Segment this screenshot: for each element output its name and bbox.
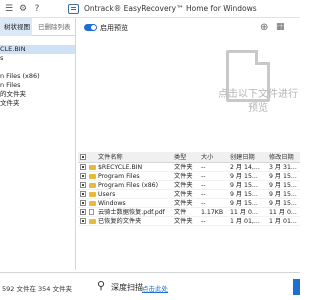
tree-item-folder[interactable]: 文件夹 <box>0 99 75 108</box>
modified-date: 9 月 15... <box>269 191 297 198</box>
folder-icon <box>89 199 97 208</box>
created-date: 9 月 15... <box>230 182 258 189</box>
row-checkbox[interactable] <box>80 217 86 226</box>
file-table: 文件名称 类型 大小 创建日期 修改日期 $RECYCLE.BIN 文件夹 -- 2 … <box>78 152 300 270</box>
file-name: 云骑士数据恢复.pdf.pdf <box>98 209 165 216</box>
folder-icon <box>89 172 97 181</box>
file-type: 文件夹 <box>174 218 193 225</box>
folder-icon <box>89 181 97 190</box>
preview-area: 点击以下文件进行预览 <box>78 38 300 150</box>
tab-deleted-list[interactable]: 已删除列表 <box>34 18 75 36</box>
tree-item-folder[interactable]: 的文件夹 <box>0 90 75 99</box>
preview-toggle-label: 启用预览 <box>100 24 128 32</box>
tree-item[interactable]: s <box>0 54 75 63</box>
table-row[interactable]: $RECYCLE.BIN 文件夹 -- 2 月 14,... 3 月 31... <box>78 163 300 172</box>
file-name: Program Files <box>98 173 140 180</box>
tree-item-program-files-x86[interactable]: n Files (x86) <box>0 72 75 81</box>
table-body: $RECYCLE.BIN 文件夹 -- 2 月 14,... 3 月 31... Prog… <box>78 163 300 226</box>
tree-tabs: 树状视图 已删除列表 <box>0 18 75 36</box>
file-size: -- <box>201 164 206 171</box>
created-date: 2 月 14,... <box>230 164 260 171</box>
menu-icon[interactable]: ☰ <box>4 4 14 14</box>
modified-date: 9 月 15... <box>269 182 297 189</box>
settings-icon[interactable]: ⚙ <box>18 4 28 14</box>
row-checkbox[interactable] <box>80 199 86 208</box>
file-type: 文件夹 <box>174 182 193 189</box>
file-name: $RECYCLE.BIN <box>98 164 143 171</box>
title-bar: ☰ ⚙ ? Ontrack® EasyRecovery™ Home for Wi… <box>0 0 300 18</box>
file-type: 文件夹 <box>174 200 193 207</box>
row-checkbox[interactable] <box>80 208 86 217</box>
created-date: 9 月 15... <box>230 200 258 207</box>
folder-icon <box>89 217 97 226</box>
file-count-summary: 592 文件在 354 文件夹 <box>2 285 73 293</box>
file-size: -- <box>201 218 206 225</box>
column-header-size[interactable]: 大小 <box>201 152 229 163</box>
file-size: 1.17KB <box>201 209 224 216</box>
table-row[interactable]: 云骑士数据恢复.pdf.pdf 文件 1.17KB 11 月 0... 11 月 0..… <box>78 208 300 217</box>
file-name: Users <box>98 191 116 198</box>
file-name: 已恢复的文件夹 <box>98 218 142 225</box>
table-row[interactable]: 已恢复的文件夹 文件夹 -- 1 月 01,... 1 月 01... <box>78 217 300 226</box>
tree-item[interactable] <box>0 36 75 45</box>
tree-item-recycle-bin[interactable]: CLE.BIN <box>0 45 75 54</box>
table-row[interactable]: Windows 文件夹 -- 9 月 15... 9 月 15... <box>78 199 300 208</box>
column-header-type[interactable]: 类型 <box>174 152 200 163</box>
modified-date: 3 月 31... <box>269 164 297 171</box>
row-checkbox[interactable] <box>80 190 86 199</box>
modified-date: 1 月 01... <box>269 218 297 225</box>
tree-item[interactable] <box>0 63 75 72</box>
table-row[interactable]: Program Files 文件夹 -- 9 月 15... 9 月 15... <box>78 172 300 181</box>
created-date: 1 月 01,... <box>230 218 260 225</box>
deep-scan-link[interactable]: 点击此处 <box>142 283 168 293</box>
file-name: Program Files (x86) <box>98 182 158 189</box>
file-type: 文件夹 <box>174 173 193 180</box>
row-checkbox[interactable] <box>80 181 86 190</box>
row-checkbox[interactable] <box>80 172 86 181</box>
file-size: -- <box>201 191 206 198</box>
file-type: 文件 <box>174 209 187 216</box>
preview-hint: 点击以下文件进行预览 <box>218 89 298 114</box>
table-row[interactable]: Program Files (x86) 文件夹 -- 9 月 15... 9 月 15.… <box>78 181 300 190</box>
modified-date: 11 月 0... <box>269 209 297 216</box>
file-size: -- <box>201 200 206 207</box>
pdf-file-icon <box>89 208 97 217</box>
column-header-modified[interactable]: 修改日期 <box>269 152 300 163</box>
file-size: -- <box>201 182 206 189</box>
tree-item-program-files[interactable]: n Files <box>0 81 75 90</box>
app-title: Ontrack® EasyRecovery™ Home for Windows <box>84 4 257 13</box>
table-header: 文件名称 类型 大小 创建日期 修改日期 <box>78 152 300 163</box>
column-header-name[interactable]: 文件名称 <box>98 152 168 163</box>
modified-date: 9 月 15... <box>269 173 297 180</box>
select-all-checkbox[interactable] <box>80 152 86 163</box>
created-date: 11 月 0... <box>230 209 258 216</box>
tab-tree-view[interactable]: 树状视图 <box>0 18 32 36</box>
help-icon[interactable]: ? <box>32 4 42 14</box>
row-checkbox[interactable] <box>80 163 86 172</box>
preview-toggle[interactable] <box>84 24 97 31</box>
app-logo-icon <box>68 4 79 14</box>
magnifier-icon: ⚲ <box>97 279 106 292</box>
tree-panel: 树状视图 已删除列表 CLE.BIN s n Files (x86) n Fil… <box>0 18 76 270</box>
column-header-created[interactable]: 创建日期 <box>230 152 268 163</box>
folder-icon <box>89 163 97 172</box>
folder-icon <box>89 190 97 199</box>
modified-date: 9 月 15... <box>269 200 297 207</box>
file-type: 文件夹 <box>174 164 193 171</box>
status-bar: 592 文件在 354 文件夹 ⚲ 深度扫描 点击此处 <box>0 272 300 300</box>
file-name: Windows <box>98 200 126 207</box>
folder-tree: CLE.BIN s n Files (x86) n Files 的文件夹 文件夹 <box>0 36 75 108</box>
created-date: 9 月 15... <box>230 173 258 180</box>
created-date: 9 月 15... <box>230 191 258 198</box>
grid-view-icon[interactable]: ▦ <box>276 22 285 32</box>
file-size: -- <box>201 173 206 180</box>
deep-scan-label: 深度扫描 <box>111 283 143 292</box>
preview-header: 启用预览 ⊕ ▦ <box>78 18 300 38</box>
table-row[interactable]: Users 文件夹 -- 9 月 15... 9 月 15... <box>78 190 300 199</box>
file-type: 文件夹 <box>174 191 193 198</box>
recover-button[interactable] <box>293 279 300 295</box>
zoom-in-icon[interactable]: ⊕ <box>260 22 268 33</box>
